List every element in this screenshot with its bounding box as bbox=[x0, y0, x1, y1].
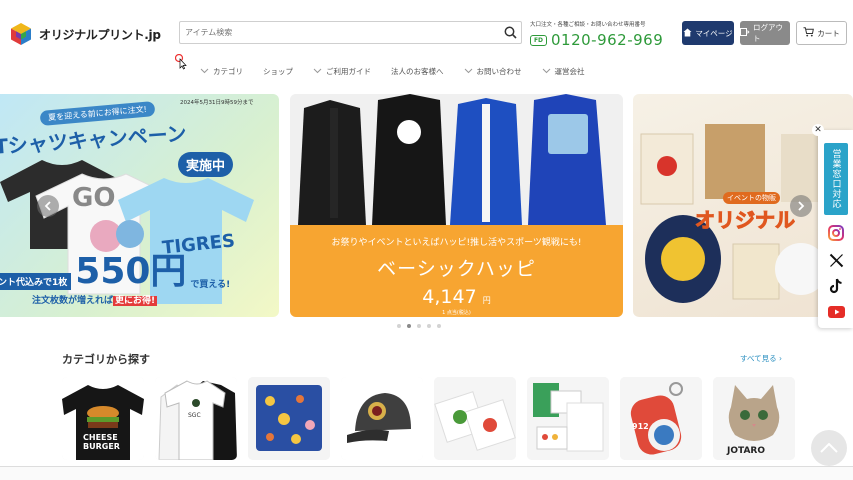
happi-price: 4,147 円 bbox=[290, 286, 623, 308]
nav-item[interactable]: 法人のお客様へ bbox=[391, 66, 444, 77]
phone-number[interactable]: 0120-962-969 bbox=[551, 31, 663, 49]
global-nav: カテゴリ ショップ ご利用ガイド 法人のお客様へ お問い合わせ 運営会社 bbox=[200, 66, 605, 77]
search-icon[interactable] bbox=[499, 22, 521, 43]
slider-prev-button[interactable] bbox=[37, 195, 59, 217]
cart-icon bbox=[803, 27, 815, 39]
logout-icon bbox=[740, 28, 750, 38]
cart-label: カート bbox=[817, 28, 840, 38]
category-card-towel[interactable] bbox=[248, 377, 330, 460]
tiktok-icon[interactable] bbox=[826, 276, 846, 296]
nav-item[interactable]: お問い合わせ bbox=[464, 66, 522, 77]
logout-button[interactable]: ログアウト bbox=[740, 21, 790, 45]
happi-title: ベーシックハッピ bbox=[377, 258, 536, 280]
chevron-down-icon bbox=[313, 67, 322, 76]
back-to-top-button[interactable] bbox=[811, 430, 847, 466]
happi-slide[interactable]: お祭りやイベントといえばハッピ!推し活やスポーツ観戦にも! ベーシックハッピ 4… bbox=[290, 94, 623, 317]
svg-text:SGC: SGC bbox=[188, 412, 201, 419]
mouse-cursor-icon bbox=[174, 53, 187, 74]
happi-tax-note: 1 点当(税込) bbox=[442, 310, 471, 316]
category-row: CHEESE BURGER SGC 912 JOTARO bbox=[62, 377, 795, 460]
category-card-cap[interactable] bbox=[341, 377, 423, 460]
chevron-up-icon bbox=[820, 443, 838, 453]
chevron-left-icon bbox=[44, 201, 51, 211]
slider-dot[interactable] bbox=[417, 324, 421, 328]
chevron-down-icon bbox=[464, 67, 473, 76]
note-prefix: 注文枚数が増えれば bbox=[32, 296, 114, 306]
happi-band: お祭りやイベントといえばハッピ!推し活やスポーツ観戦にも! ベーシックハッピ 4… bbox=[290, 225, 623, 317]
chevron-right-icon bbox=[798, 201, 805, 211]
search-bar[interactable] bbox=[179, 21, 522, 44]
logo-cube-icon bbox=[9, 22, 33, 46]
close-icon[interactable]: ✕ bbox=[812, 124, 824, 136]
tote-event-label: イベントの物販 bbox=[723, 192, 780, 204]
category-card-keychain[interactable]: 912 bbox=[620, 377, 702, 460]
phone-contact: 大口注文・各種ご相談・お問い合わせ専用番号 FD 0120-962-969 bbox=[530, 20, 663, 49]
campaign-date: 2024年5月31日9時59分まで bbox=[180, 100, 254, 106]
svg-text:JOTARO: JOTARO bbox=[726, 446, 765, 456]
sales-contact-tab[interactable]: 営業窓口対応 bbox=[824, 143, 848, 215]
note-highlight: 更にお得! bbox=[113, 296, 158, 306]
footer-strip bbox=[0, 467, 853, 480]
cart-button[interactable]: カート bbox=[796, 21, 847, 45]
category-card-tshirt[interactable]: CHEESE BURGER bbox=[62, 377, 144, 460]
happi-price-unit: 円 bbox=[482, 296, 491, 305]
nav-item-label: 法人のお客様へ bbox=[391, 67, 444, 76]
campaign-price: ント代込みで1枚 550円 で買える! bbox=[0, 254, 230, 290]
youtube-icon[interactable] bbox=[826, 302, 846, 322]
slider-next-button[interactable] bbox=[790, 195, 812, 217]
svg-text:BURGER: BURGER bbox=[83, 442, 120, 451]
x-icon[interactable] bbox=[826, 250, 846, 270]
nav-item-label: ショップ bbox=[263, 67, 293, 76]
happi-photo bbox=[290, 94, 623, 225]
slider-dot[interactable] bbox=[437, 324, 441, 328]
nav-item-label: お問い合わせ bbox=[476, 67, 522, 76]
nav-item[interactable]: カテゴリ bbox=[200, 66, 243, 77]
campaign-note: 注文枚数が増えれば 更にお得! bbox=[32, 293, 158, 306]
freedial-icon: FD bbox=[530, 34, 547, 46]
happi-subtitle: お祭りやイベントといえばハッピ!推し活やスポーツ観戦にも! bbox=[331, 238, 582, 248]
tote-title: オリジナル bbox=[695, 208, 796, 233]
svg-text:912: 912 bbox=[632, 422, 649, 431]
site-logo[interactable]: オリジナルプリント.jp bbox=[9, 22, 161, 46]
happi-price-value: 4,147 bbox=[422, 286, 477, 308]
chevron-down-icon bbox=[542, 67, 551, 76]
nav-item[interactable]: ご利用ガイド bbox=[313, 66, 371, 77]
nav-item[interactable]: ショップ bbox=[263, 66, 293, 77]
phone-note: 大口注文・各種ご相談・お問い合わせ専用番号 bbox=[530, 22, 646, 28]
logo-text: オリジナルプリント.jp bbox=[39, 27, 161, 42]
nav-item-label: 運営会社 bbox=[554, 67, 585, 76]
slider-dot[interactable] bbox=[427, 324, 431, 328]
slider-dot[interactable] bbox=[407, 324, 411, 328]
category-card-food-bag[interactable] bbox=[434, 377, 516, 460]
logout-label: ログアウト bbox=[753, 23, 783, 43]
svg-text:CHEESE: CHEESE bbox=[83, 433, 118, 442]
nav-item[interactable]: 運営会社 bbox=[542, 66, 585, 77]
price-suffix: で買える! bbox=[190, 280, 231, 290]
price-value: 550円 bbox=[75, 251, 187, 292]
instagram-icon[interactable] bbox=[826, 223, 846, 243]
category-card-cat-sticker[interactable]: JOTARO bbox=[713, 377, 795, 460]
category-card-polo[interactable]: SGC bbox=[155, 377, 237, 460]
campaign-badge: 実施中 bbox=[178, 152, 234, 177]
category-card-goods-set[interactable] bbox=[527, 377, 609, 460]
nav-item-label: ご利用ガイド bbox=[326, 67, 371, 76]
chevron-down-icon bbox=[200, 67, 209, 76]
price-prefix: ント代込みで1枚 bbox=[0, 273, 72, 290]
slider-dots bbox=[397, 324, 441, 328]
home-icon bbox=[683, 28, 692, 39]
svg-text:GO: GO bbox=[72, 183, 115, 213]
mypage-label: マイページ bbox=[695, 28, 733, 38]
search-input[interactable] bbox=[180, 22, 499, 43]
category-heading: カテゴリから探す bbox=[62, 353, 150, 366]
see-all-link[interactable]: すべて見る › bbox=[740, 353, 782, 364]
mypage-button[interactable]: マイページ bbox=[682, 21, 734, 45]
nav-item-label: カテゴリ bbox=[213, 67, 243, 76]
slider-dot[interactable] bbox=[397, 324, 401, 328]
